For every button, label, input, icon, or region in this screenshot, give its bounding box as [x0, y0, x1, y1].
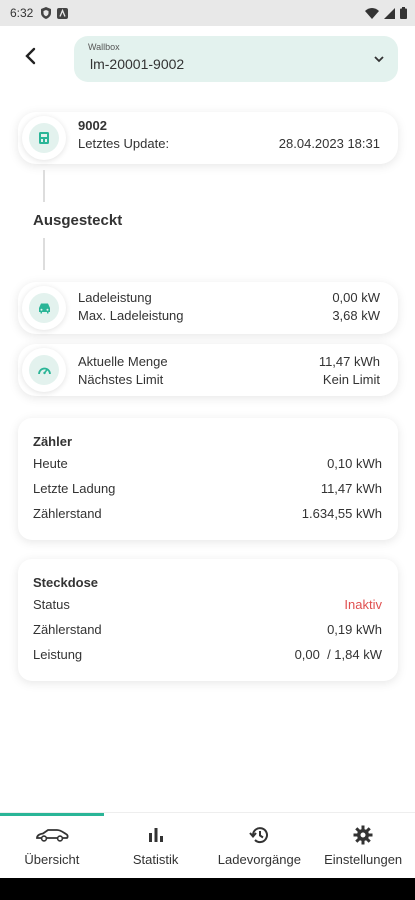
nav-overview[interactable]: Übersicht: [0, 813, 104, 878]
car-icon-circle: [22, 286, 66, 330]
nav-statistics[interactable]: Statistik: [104, 813, 208, 878]
car-icon: [35, 829, 69, 842]
current-amount-value: 11,47 kWh: [318, 354, 380, 369]
socket-row: Status Inaktiv: [33, 597, 382, 612]
wallbox-station-icon: [39, 132, 49, 144]
meter-reading-label: Zählerstand: [33, 506, 102, 521]
max-charging-power-value: 3,68 kW: [332, 308, 380, 323]
meter-row: Heute 0,10 kWh: [33, 456, 382, 471]
connector-line-bottom: [43, 238, 45, 270]
socket-reading-value: 0,19 kWh: [327, 622, 382, 637]
system-navigation-bar: [0, 878, 415, 900]
meter-reading-value: 1.634,55 kWh: [301, 506, 382, 521]
device-card[interactable]: 9002 Letztes Update: 28.04.2023 18:31: [18, 112, 398, 164]
gauge-icon: [37, 367, 51, 375]
nav-overview-label: Übersicht: [24, 852, 80, 867]
meter-title: Zähler: [33, 434, 73, 449]
socket-status-value: Inaktiv: [344, 597, 382, 612]
max-charging-power-label: Max. Ladeleistung: [78, 308, 184, 323]
gear-icon: [353, 825, 373, 845]
socket-card: Steckdose Status Inaktiv Zählerstand 0,1…: [18, 559, 398, 681]
notification-a-icon: [57, 7, 69, 19]
meter-card: Zähler Heute 0,10 kWh Letzte Ladung 11,4…: [18, 418, 398, 540]
current-amount-label: Aktuelle Menge: [78, 354, 168, 369]
meter-row: Letzte Ladung 11,47 kWh: [33, 481, 382, 496]
socket-status-label: Status: [33, 597, 70, 612]
history-icon: [249, 827, 269, 844]
charging-power-label: Ladeleistung: [78, 290, 152, 305]
nav-charging-sessions[interactable]: Ladevorgänge: [208, 813, 312, 878]
charging-power-value: 0,00 kW: [332, 290, 380, 305]
nav-statistics-label: Statistik: [132, 852, 179, 867]
device-id: 9002: [78, 118, 107, 133]
wallbox-select[interactable]: Wallbox lm-20001-9002: [74, 36, 398, 82]
socket-row: Zählerstand 0,19 kWh: [33, 622, 382, 637]
car-icon: [38, 303, 50, 314]
wallbox-value: lm-20001-9002: [90, 56, 185, 72]
next-limit-label: Nächstes Limit: [78, 372, 164, 387]
socket-reading-label: Zählerstand: [33, 622, 102, 637]
last-update-label: Letztes Update:: [78, 136, 170, 151]
meter-last-charge-value: 11,47 kWh: [320, 481, 382, 496]
socket-power-label: Leistung: [33, 647, 83, 662]
back-arrow-icon: [25, 47, 36, 65]
signal-icon: [384, 7, 395, 19]
bar-chart-icon: [148, 828, 163, 842]
wallbox-label: Wallbox: [88, 42, 120, 52]
socket-power-value: 0,00 / 1,84 kW: [294, 647, 382, 662]
meter-row: Zählerstand 1.634,55 kWh: [33, 506, 382, 521]
chevron-down-icon: [374, 56, 384, 63]
connection-state: Ausgesteckt: [33, 212, 123, 229]
wifi-icon: [365, 7, 379, 19]
connector-line-top: [43, 170, 45, 202]
device-icon-circle: [22, 116, 66, 160]
charging-power-card: Ladeleistung 0,00 kW Max. Ladeleistung 3…: [18, 282, 398, 334]
status-time: 6:32: [10, 6, 34, 20]
nav-charging-sessions-label: Ladevorgänge: [217, 852, 301, 867]
battery-icon: [400, 7, 407, 19]
socket-title: Steckdose: [33, 575, 99, 590]
meter-last-charge-label: Letzte Ladung: [33, 481, 116, 496]
meter-today-value: 0,10 kWh: [327, 456, 382, 471]
charge-amount-card[interactable]: Aktuelle Menge 11,47 kWh Nächstes Limit …: [18, 344, 398, 396]
next-limit-value: Kein Limit: [322, 372, 380, 387]
back-button[interactable]: [18, 44, 42, 68]
nav-settings-label: Einstellungen: [324, 852, 403, 867]
nav-settings[interactable]: Einstellungen: [311, 813, 415, 878]
socket-row: Leistung 0,00 / 1,84 kW: [33, 647, 382, 662]
bottom-navigation: Übersicht Statistik Ladevorgänge Einstel…: [0, 812, 415, 878]
gauge-icon-circle: [22, 348, 66, 392]
last-update-value: 28.04.2023 18:31: [278, 136, 380, 151]
shield-icon: [41, 7, 52, 19]
status-bar: 6:32: [0, 0, 415, 26]
meter-today-label: Heute: [33, 456, 68, 471]
